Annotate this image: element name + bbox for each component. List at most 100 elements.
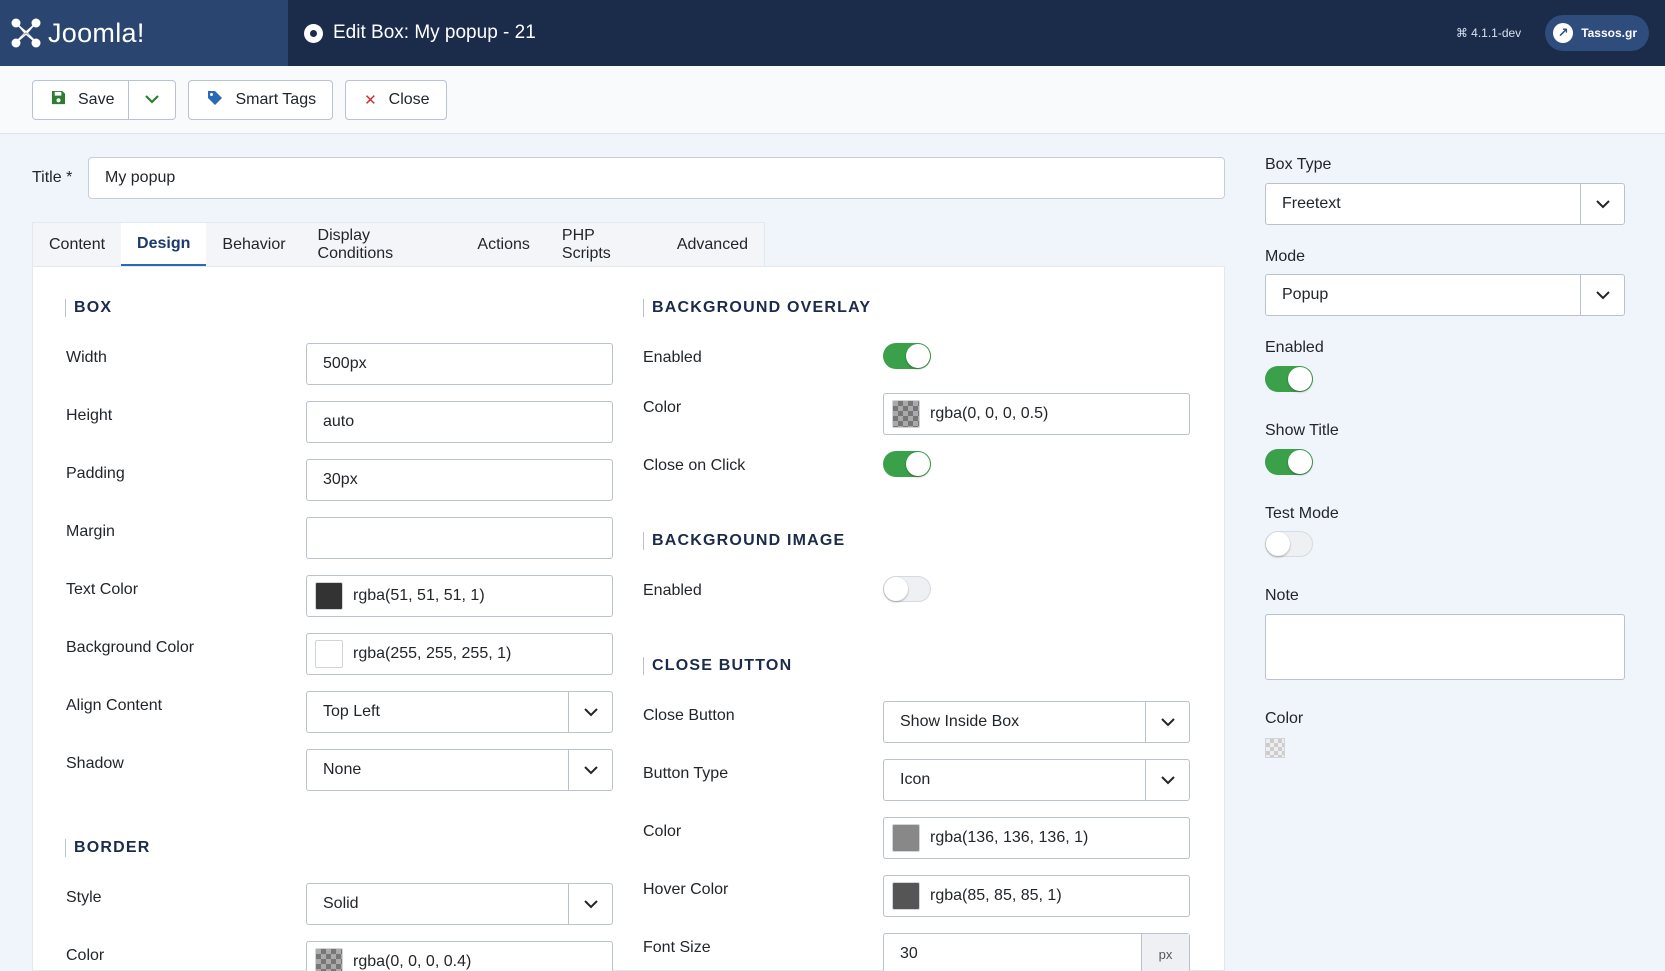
- close-on-click-toggle[interactable]: [883, 451, 931, 477]
- background-color-value: rgba(255, 255, 255, 1): [353, 645, 512, 662]
- floppy-disk-icon: [51, 90, 66, 109]
- bg-image-enabled-toggle[interactable]: [883, 576, 931, 602]
- overlay-section-title: BACKGROUND OVERLAY: [643, 299, 871, 317]
- tab-advanced[interactable]: Advanced: [661, 223, 764, 267]
- save-dropdown-button[interactable]: [129, 79, 177, 120]
- chevron-down-icon: [1580, 184, 1624, 224]
- tab-content[interactable]: Content: [33, 223, 121, 267]
- font-size-input[interactable]: 30 px: [883, 933, 1190, 971]
- close-button-value: Show Inside Box: [900, 713, 1020, 730]
- color-swatch[interactable]: [1265, 738, 1285, 758]
- border-style-label: Style: [66, 889, 102, 906]
- chevron-down-icon: [568, 884, 612, 924]
- tab-behavior[interactable]: Behavior: [206, 223, 301, 267]
- box-type-select[interactable]: Freetext: [1265, 183, 1625, 225]
- box-type-value: Freetext: [1282, 195, 1341, 212]
- width-value: 500px: [323, 355, 367, 372]
- external-link-icon: ↗: [1553, 23, 1574, 43]
- background-color-input[interactable]: rgba(255, 255, 255, 1): [306, 633, 613, 675]
- overlay-color-value: rgba(0, 0, 0, 0.5): [930, 405, 1049, 422]
- close-button[interactable]: ✕ Close: [345, 79, 447, 120]
- joomla-logo-icon: [11, 18, 41, 48]
- title-input[interactable]: My popup: [88, 157, 1225, 199]
- save-button[interactable]: Save: [32, 79, 130, 120]
- overlay-color-input[interactable]: rgba(0, 0, 0, 0.5): [883, 393, 1190, 435]
- title-label: Title *: [32, 169, 73, 186]
- mode-label: Mode: [1265, 248, 1306, 265]
- padding-value: 30px: [323, 471, 358, 488]
- tab-php-scripts[interactable]: PHP Scripts: [546, 223, 661, 267]
- text-color-swatch[interactable]: [315, 582, 343, 610]
- overlay-color-swatch[interactable]: [892, 400, 920, 428]
- site-link-button[interactable]: ↗ Tassos.gr: [1545, 15, 1649, 51]
- background-color-label: Background Color: [66, 639, 195, 656]
- hover-color-label: Hover Color: [643, 881, 729, 898]
- text-color-label: Text Color: [66, 581, 139, 598]
- background-color-swatch[interactable]: [315, 640, 343, 668]
- overlay-color-label: Color: [643, 399, 682, 416]
- chevron-down-icon: [1580, 275, 1624, 315]
- padding-input[interactable]: 30px: [306, 459, 613, 501]
- show-title-toggle[interactable]: [1265, 449, 1313, 475]
- joomla-logo[interactable]: Joomla!: [0, 0, 288, 66]
- overlay-enabled-toggle[interactable]: [883, 343, 931, 369]
- border-style-value: Solid: [323, 895, 359, 912]
- button-type-value: Icon: [900, 771, 931, 788]
- margin-label: Margin: [66, 523, 115, 540]
- button-type-select[interactable]: Icon: [883, 759, 1190, 801]
- shadow-label: Shadow: [66, 755, 124, 772]
- test-mode-toggle[interactable]: [1265, 531, 1313, 557]
- title-value: My popup: [105, 169, 176, 186]
- height-value: auto: [323, 413, 355, 430]
- smart-tags-button[interactable]: Smart Tags: [188, 79, 334, 120]
- padding-label: Padding: [66, 465, 125, 482]
- mode-value: Popup: [1282, 286, 1329, 303]
- note-label: Note: [1265, 587, 1299, 604]
- close-label: Close: [388, 90, 430, 108]
- tab-design[interactable]: Design: [121, 223, 207, 267]
- hover-color-input[interactable]: rgba(85, 85, 85, 1): [883, 875, 1190, 917]
- align-content-value: Top Left: [323, 703, 380, 720]
- height-input[interactable]: auto: [306, 401, 613, 443]
- close-button-label: Close Button: [643, 707, 735, 724]
- tag-icon: [207, 90, 223, 110]
- bg-image-section-title: BACKGROUND IMAGE: [643, 532, 845, 550]
- close-button-select[interactable]: Show Inside Box: [883, 701, 1190, 743]
- border-color-input[interactable]: rgba(0, 0, 0, 0.4): [306, 941, 613, 971]
- version-label: ⌘ 4.1.1-dev: [1455, 26, 1522, 40]
- close-color-swatch[interactable]: [892, 824, 920, 852]
- enabled-toggle[interactable]: [1265, 366, 1313, 392]
- close-color-label: Color: [643, 823, 682, 840]
- close-color-value: rgba(136, 136, 136, 1): [930, 829, 1089, 846]
- hover-color-swatch[interactable]: [892, 882, 920, 910]
- tab-actions[interactable]: Actions: [461, 223, 545, 267]
- shadow-value: None: [323, 761, 362, 778]
- color-label: Color: [1265, 710, 1304, 727]
- border-color-swatch[interactable]: [315, 948, 343, 971]
- font-size-label: Font Size: [643, 939, 711, 956]
- mode-select[interactable]: Popup: [1265, 274, 1625, 316]
- shadow-select[interactable]: None: [306, 749, 613, 791]
- overlay-enabled-label: Enabled: [643, 349, 702, 366]
- logo-text: Joomla!: [48, 17, 145, 48]
- bg-image-enabled-label: Enabled: [643, 582, 702, 599]
- width-label: Width: [66, 349, 107, 366]
- border-color-value: rgba(0, 0, 0, 0.4): [353, 953, 472, 970]
- close-color-input[interactable]: rgba(136, 136, 136, 1): [883, 817, 1190, 859]
- close-on-click-label: Close on Click: [643, 457, 746, 474]
- save-label: Save: [78, 90, 115, 108]
- text-color-input[interactable]: rgba(51, 51, 51, 1): [306, 575, 613, 617]
- border-style-select[interactable]: Solid: [306, 883, 613, 925]
- tab-display-conditions[interactable]: Display Conditions: [302, 223, 462, 267]
- bullseye-icon: [304, 23, 323, 43]
- chevron-down-icon: [568, 750, 612, 790]
- note-textarea[interactable]: [1265, 614, 1625, 680]
- close-button-section-title: CLOSE BUTTON: [643, 657, 792, 675]
- margin-input[interactable]: [306, 517, 613, 559]
- align-content-select[interactable]: Top Left: [306, 691, 613, 733]
- save-button-group: Save: [32, 79, 177, 120]
- font-size-unit: px: [1141, 934, 1189, 971]
- width-input[interactable]: 500px: [306, 343, 613, 385]
- chevron-down-icon: [1145, 702, 1189, 742]
- smart-tags-label: Smart Tags: [235, 90, 317, 108]
